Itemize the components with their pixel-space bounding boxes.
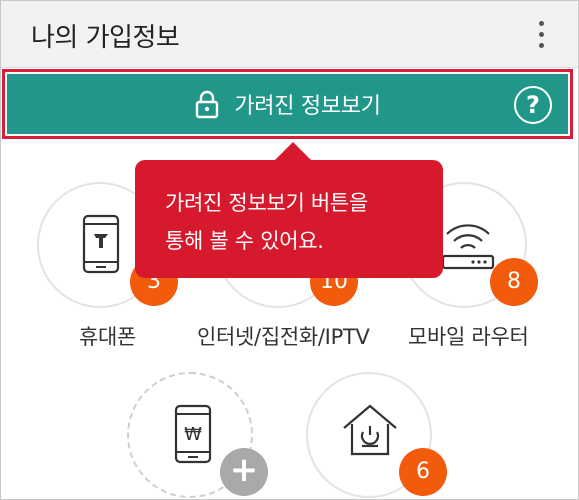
more-vertical-icon[interactable] bbox=[529, 19, 553, 51]
svg-text:₩: ₩ bbox=[184, 424, 202, 445]
home-power-icon bbox=[343, 404, 397, 456]
page-title: 나의 가입정보 bbox=[31, 23, 180, 53]
tooltip-bubble: 가려진 정보보기 버튼을 통해 볼 수 있어요. bbox=[135, 160, 443, 278]
smartphone-icon bbox=[82, 214, 120, 274]
tooltip-line-1: 가려진 정보보기 버튼을 bbox=[165, 191, 368, 215]
add-service-button[interactable]: + bbox=[220, 448, 268, 496]
service-home-power-count: 6 bbox=[399, 448, 447, 496]
wifi-router-icon bbox=[441, 224, 495, 270]
service-router-label: 모바일 라우터 bbox=[408, 325, 529, 349]
help-icon[interactable]: ? bbox=[514, 86, 552, 124]
service-internet-label: 인터넷/집전화/IPTV bbox=[197, 325, 370, 349]
reveal-info-button[interactable]: 가려진 정보보기 bbox=[7, 74, 568, 134]
tooltip-text: 가려진 정보보기 버튼을 통해 볼 수 있어요. bbox=[165, 184, 368, 260]
reveal-info-label: 가려진 정보보기 bbox=[234, 94, 381, 119]
app-header: 나의 가입정보 bbox=[1, 1, 578, 68]
tooltip-line-2: 통해 볼 수 있어요. bbox=[165, 229, 324, 253]
lock-icon bbox=[196, 90, 219, 119]
service-router-count: 8 bbox=[490, 258, 538, 306]
prepaid-phone-icon: ₩ bbox=[174, 404, 212, 464]
tooltip-arrow bbox=[274, 142, 312, 161]
service-phone-label: 휴대폰 bbox=[79, 325, 137, 349]
